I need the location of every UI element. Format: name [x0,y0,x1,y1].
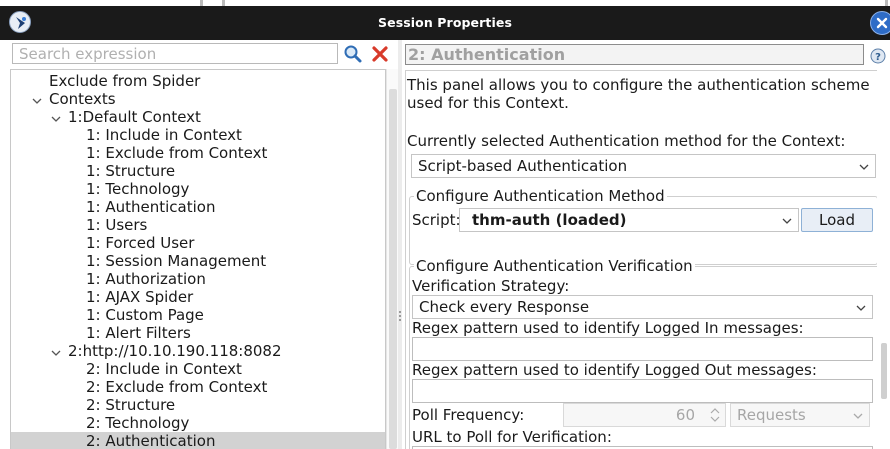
tree-node-label: 2: Structure [86,396,176,414]
tree-node-label: 1: Include in Context [86,126,242,144]
tree-node-label: 1: Authentication [86,198,216,216]
tree-node-label: 1: Structure [86,162,176,180]
tree-node-label: 1: Custom Page [86,306,204,324]
configure-method-title: Configure Authentication Method [414,187,667,205]
tree-node-forced-user[interactable]: 1: Forced User [86,234,194,252]
tree-node-label: Exclude from Spider [49,72,201,90]
script-select[interactable]: thm-auth (loaded) [459,208,799,232]
left-pane: Exclude from Spider Contexts 1:Default C… [0,40,398,449]
poll-url-label: URL to Poll for Verification: [412,428,612,446]
script-value: thm-auth (loaded) [472,211,627,229]
tree-node-structure[interactable]: 2: Structure [86,396,175,414]
load-button[interactable]: Load [801,208,873,232]
tree-node-exclude-from-spider[interactable]: Exclude from Spider [49,72,200,90]
scrollbar-thumb[interactable] [881,343,887,399]
edge-mark [222,0,225,6]
panel-scrollbar[interactable] [879,343,888,443]
verification-strategy-label: Verification Strategy: [412,277,570,295]
chevron-down-icon[interactable] [50,347,62,359]
tree-node-technology[interactable]: 2: Technology [86,414,189,432]
panel-header: 2: Authentication [405,44,864,65]
tree-node-ajax-spider[interactable]: 1: AJAX Spider [86,288,193,306]
poll-unit-select[interactable]: Requests [730,403,870,427]
tree-node-target-context[interactable]: 2:http://10.10.190.118:8082 [68,342,282,360]
title-bar: Session Properties [0,0,890,40]
scrollbar-thumb[interactable] [389,89,397,449]
tree-node-label: 1: Session Management [86,252,267,270]
tree-node-label: 1: Technology [86,180,190,198]
chevron-down-icon[interactable] [31,95,43,107]
tree-node-include-in-context[interactable]: 1: Include in Context [86,126,242,144]
panel-description: This panel allows you to configure the a… [407,76,870,94]
tree-node-session-management[interactable]: 1: Session Management [86,252,266,270]
chevron-down-icon [853,413,863,419]
search-icon[interactable] [343,44,363,64]
logged-in-regex-label: Regex pattern used to identify Logged In… [412,319,804,337]
authentication-method-select[interactable]: Script-based Authentication [411,154,876,178]
logged-out-regex-input[interactable] [412,379,873,403]
authentication-panel: This panel allows you to configure the a… [405,70,877,449]
verification-strategy-select[interactable]: Check every Response [412,295,873,319]
poll-frequency-value: 60 [675,406,695,424]
chevron-down-icon [856,305,866,311]
poll-frequency-label: Poll Frequency: [412,406,525,424]
verification-title: Configure Authentication Verification [414,257,695,275]
poll-frequency-spinner[interactable]: 60 [563,403,726,427]
tree-node-include-in-context[interactable]: 2: Include in Context [86,360,242,378]
tree-node-authorization[interactable]: 1: Authorization [86,270,206,288]
tree-node-label: 1: Users [86,216,148,234]
tree-node-technology[interactable]: 1: Technology [86,180,189,198]
top-edge [0,0,890,6]
tree-node-label: 1: Authorization [86,270,206,288]
tree-node-label: 1: Alert Filters [86,324,191,342]
tree-node-custom-page[interactable]: 1: Custom Page [86,306,204,324]
tree-node-label: 2: Include in Context [86,360,242,378]
tree-node-structure[interactable]: 1: Structure [86,162,175,180]
poll-unit-value: Requests [737,406,806,424]
edge-mark [200,0,203,6]
svg-text:?: ? [875,52,881,63]
tree-node-authentication[interactable]: 1: Authentication [86,198,215,216]
tree-node-label: 1: Forced User [86,234,195,252]
right-pane: 2: Authentication ? This panel allows yo… [402,40,890,449]
spinner-arrows-icon[interactable] [708,407,722,423]
edge-mark [885,0,888,6]
context-tree: Exclude from Spider Contexts 1:Default C… [10,69,386,449]
tree-node-label: 2: Authentication [86,432,216,449]
logged-in-regex-input[interactable] [412,337,873,361]
chevron-down-icon[interactable] [50,113,62,125]
tree-node-label: 2: Technology [86,414,190,432]
logged-out-regex-label: Regex pattern used to identify Logged Ou… [412,361,817,379]
clear-search-icon[interactable] [371,45,389,63]
tree-node-label: Contexts [49,90,116,108]
chevron-down-icon [782,218,792,224]
tree-node-alert-filters[interactable]: 1: Alert Filters [86,324,191,342]
tree-node-label: 2:http://10.10.190.118:8082 [68,342,282,360]
tree-node-label: 1: Exclude from Context [86,144,268,162]
search-input[interactable] [12,43,338,64]
chevron-down-icon [859,164,869,170]
help-icon[interactable]: ? [870,48,886,64]
tree-node-label: 1:Default Context [68,108,201,126]
script-label: Script: [412,211,461,229]
close-icon[interactable] [870,11,890,35]
tree-node-label: 2: Exclude from Context [86,378,268,396]
tree-node-default-context[interactable]: 1:Default Context [68,108,201,126]
tree-node-label: 1: AJAX Spider [86,288,194,306]
tree-node-contexts[interactable]: Contexts [49,90,116,108]
method-label: Currently selected Authentication method… [407,132,846,150]
tree-node-exclude-from-context[interactable]: 1: Exclude from Context [86,144,267,162]
tree-node-exclude-from-context[interactable]: 2: Exclude from Context [86,378,267,396]
panel-description: used for this Context. [407,94,569,112]
authentication-method-value: Script-based Authentication [418,157,628,175]
window-title: Session Properties [378,15,512,30]
tree-node-users[interactable]: 1: Users [86,216,147,234]
verification-strategy-value: Check every Response [419,298,590,316]
tree-scrollbar[interactable] [386,69,398,449]
tree-node-authentication-selected[interactable]: 2: Authentication [11,432,385,449]
